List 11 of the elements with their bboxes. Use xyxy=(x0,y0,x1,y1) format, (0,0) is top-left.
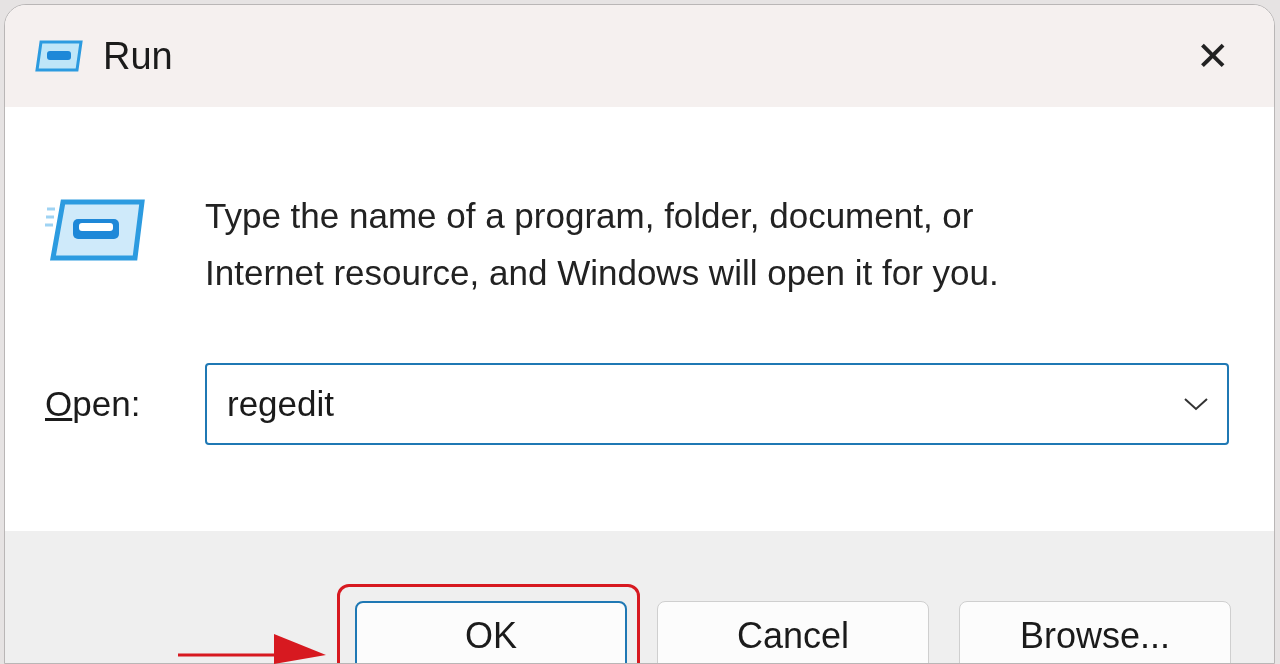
close-button[interactable]: ✕ xyxy=(1184,30,1242,82)
dialog-button[interactable]: Cancel xyxy=(657,601,929,663)
chevron-down-icon[interactable] xyxy=(1183,396,1209,412)
instruction-text: Type the name of a program, folder, document, or Internet resource, and Windows will open it for you. xyxy=(205,195,999,294)
dialog-button[interactable]: OK xyxy=(355,601,627,663)
run-icon xyxy=(45,199,145,261)
open-label: Open: xyxy=(45,382,142,425)
dialog-button[interactable]: Browse... xyxy=(959,601,1231,663)
window-title: Run xyxy=(103,33,173,79)
open-field[interactable]: regedit xyxy=(205,363,1229,445)
run-icon xyxy=(35,40,83,72)
